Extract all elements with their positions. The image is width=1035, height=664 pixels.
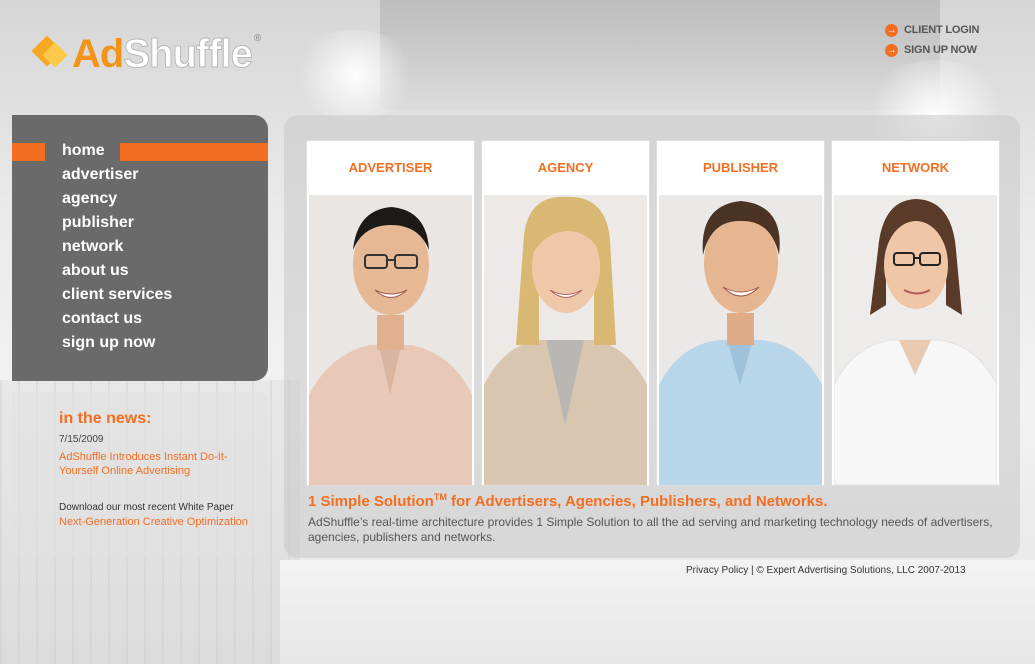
card-label: NETWORK bbox=[881, 160, 950, 175]
news-headline-link[interactable]: AdShuffle Introduces Instant Do-It-Yours… bbox=[59, 450, 249, 478]
card-publisher[interactable]: PUBLISHER bbox=[656, 140, 825, 486]
audience-cards: ADVERTISER AGENCY PUBLISHER NETWORK bbox=[306, 140, 1000, 486]
arrow-right-icon: → bbox=[885, 23, 898, 37]
card-agency[interactable]: AGENCY bbox=[481, 140, 650, 486]
client-login-link[interactable]: → CLIENT LOGIN bbox=[885, 20, 979, 40]
whitepaper-link[interactable]: Next-Generation Creative Optimization bbox=[59, 516, 248, 528]
news-title: in the news: bbox=[59, 410, 152, 427]
main-navigation: home advertiser agency publisher network… bbox=[12, 115, 268, 381]
privacy-policy-link[interactable]: Privacy Policy bbox=[686, 565, 748, 576]
nav-item-about-us[interactable]: about us bbox=[62, 261, 172, 285]
footer: Privacy Policy | © Expert Advertising So… bbox=[686, 565, 966, 576]
logo-diamond-icon bbox=[31, 35, 70, 72]
copyright-text: | © Expert Advertising Solutions, LLC 20… bbox=[748, 565, 966, 576]
background-ceiling bbox=[380, 0, 940, 110]
logo[interactable]: AdShuffle ® bbox=[31, 32, 261, 76]
logo-ad-text: Ad bbox=[72, 32, 124, 76]
client-login-label: CLIENT LOGIN bbox=[904, 24, 980, 36]
tagline-trademark: TM bbox=[433, 492, 447, 502]
top-links: → CLIENT LOGIN → SIGN UP NOW bbox=[885, 20, 979, 60]
logo-shuffle-text: Shuffle bbox=[123, 32, 254, 76]
news-date: 7/15/2009 bbox=[59, 434, 104, 445]
logo-wordmark: AdShuffle ® bbox=[72, 32, 261, 76]
card-label: AGENCY bbox=[537, 160, 594, 175]
nav-item-agency[interactable]: agency bbox=[62, 189, 172, 213]
news-panel: in the news: 7/15/2009 AdShuffle Introdu… bbox=[12, 392, 268, 558]
sign-up-now-label: SIGN UP NOW bbox=[904, 44, 977, 56]
network-photo bbox=[834, 195, 997, 485]
tagline-pre: 1 Simple Solution bbox=[308, 493, 434, 510]
sign-up-now-link[interactable]: → SIGN UP NOW bbox=[885, 40, 979, 60]
tagline-post: for Advertisers, Agencies, Publishers, a… bbox=[446, 493, 828, 510]
nav-item-sign-up-now[interactable]: sign up now bbox=[62, 333, 172, 357]
nav-list: home advertiser agency publisher network… bbox=[62, 141, 172, 357]
nav-item-client-services[interactable]: client services bbox=[62, 285, 172, 309]
arrow-right-icon: → bbox=[885, 43, 898, 57]
nav-active-indicator bbox=[12, 143, 45, 161]
card-network[interactable]: NETWORK bbox=[831, 140, 1000, 486]
nav-item-publisher[interactable]: publisher bbox=[62, 213, 172, 237]
agency-photo bbox=[484, 195, 647, 485]
logo-registered-mark: ® bbox=[253, 33, 261, 44]
card-label: ADVERTISER bbox=[348, 160, 433, 175]
card-label: PUBLISHER bbox=[702, 160, 779, 175]
tagline: 1 Simple SolutionTM for Advertisers, Age… bbox=[308, 492, 828, 510]
card-advertiser[interactable]: ADVERTISER bbox=[306, 140, 475, 486]
whitepaper-text: Download our most recent White Paper bbox=[59, 502, 234, 513]
description: AdShuffle’s real-time architecture provi… bbox=[308, 515, 993, 544]
nav-item-contact-us[interactable]: contact us bbox=[62, 309, 172, 333]
nav-item-advertiser[interactable]: advertiser bbox=[62, 165, 172, 189]
background-light bbox=[290, 30, 420, 120]
publisher-photo bbox=[659, 195, 822, 485]
nav-item-network[interactable]: network bbox=[62, 237, 172, 261]
advertiser-photo bbox=[309, 195, 472, 485]
nav-item-home[interactable]: home bbox=[62, 141, 172, 165]
main-content-panel: ADVERTISER AGENCY PUBLISHER NETWORK 1 Si… bbox=[284, 115, 1020, 558]
